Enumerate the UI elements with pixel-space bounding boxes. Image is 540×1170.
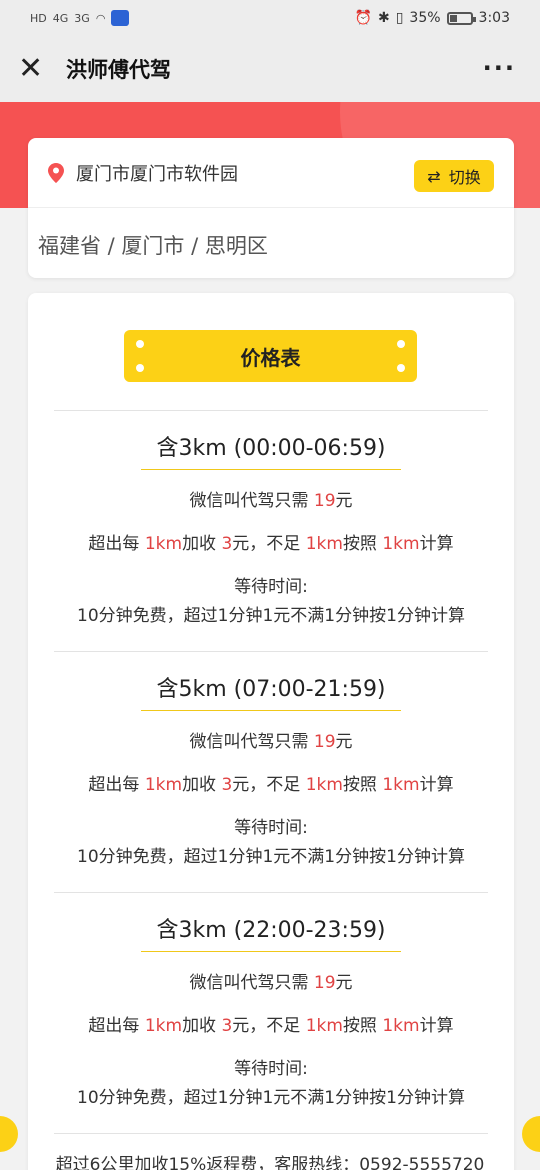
base-price: 19 (313, 973, 336, 993)
location-card: 厦门市厦门市软件园 ⇄ 切换 福建省 / 厦门市 / 思明区 (28, 138, 514, 278)
signal-4g-icon: 4G (52, 11, 69, 25)
tier-extra-rule: 超出每 1km加收 3元，不足 1km按照 1km计算 (88, 1016, 454, 1036)
region-selector[interactable]: 福建省 / 厦门市 / 思明区 (28, 208, 514, 282)
price-card: 价格表 含3km (00:00-06:59) 微信叫代驾只需 19元 超出每 1… (28, 293, 514, 1170)
tier-title: 含3km (22:00-23:59) (156, 918, 386, 943)
header-dot (397, 364, 405, 372)
price-table-header: 价格表 (124, 330, 417, 382)
app-notification-icon (111, 10, 130, 26)
divider (54, 651, 488, 652)
tier-base-price: 微信叫代驾只需 19元 (189, 732, 353, 752)
vibrate-icon: ▯ (395, 10, 404, 26)
base-price: 19 (313, 491, 336, 511)
more-icon[interactable]: ··· (483, 54, 516, 82)
tier-base-price: 微信叫代驾只需 19元 (189, 491, 353, 511)
hd-icon: HD (30, 11, 47, 25)
tier-underline (141, 710, 401, 711)
alarm-icon: ⏰ (354, 10, 372, 26)
wait-text: 10分钟免费，超过1分钟1元不满1分钟按1分钟计算 (77, 606, 465, 626)
wait-label: 等待时间: (234, 1059, 308, 1079)
divider (54, 1133, 488, 1134)
wait-text: 10分钟免费，超过1分钟1元不满1分钟按1分钟计算 (77, 847, 465, 867)
side-decoration-left (0, 1116, 18, 1152)
wait-label: 等待时间: (234, 577, 308, 597)
tier-title: 含3km (00:00-06:59) (156, 436, 386, 461)
tier-underline (141, 951, 401, 952)
status-right: ⏰ ✱ ▯ 35% 3:03 (355, 10, 510, 26)
tier-extra-rule: 超出每 1km加收 3元，不足 1km按照 1km计算 (88, 775, 454, 795)
title-bar: ✕ 洪师傅代驾 ··· (0, 36, 540, 102)
header-dot (397, 340, 405, 348)
tier-underline (141, 469, 401, 470)
clock: 3:03 (478, 10, 510, 26)
location-name: 厦门市厦门市软件园 (76, 163, 238, 185)
header-dot (136, 364, 144, 372)
location-row: 厦门市厦门市软件园 ⇄ 切换 (28, 138, 514, 208)
bluetooth-icon: ✱ (377, 10, 390, 26)
price-table-title: 价格表 (240, 345, 301, 370)
tier-base-price: 微信叫代驾只需 19元 (189, 973, 353, 993)
switch-button[interactable]: ⇄ 切换 (414, 160, 494, 192)
wait-text: 10分钟免费，超过1分钟1元不满1分钟按1分钟计算 (77, 1088, 465, 1108)
page-title: 洪师傅代驾 (66, 58, 171, 82)
header-dot (136, 340, 144, 348)
switch-label: 切换 (448, 168, 481, 187)
location-pin-icon (48, 162, 64, 183)
price-tier: 含3km (00:00-06:59) 微信叫代驾只需 19元 超出每 1km加收… (28, 429, 514, 626)
base-price: 19 (313, 732, 336, 752)
status-left: HD 4G 3G ◠ (30, 10, 130, 26)
swap-icon: ⇄ (427, 166, 441, 186)
tier-extra-rule: 超出每 1km加收 3元，不足 1km按照 1km计算 (88, 534, 454, 554)
price-tier: 含3km (22:00-23:59) 微信叫代驾只需 19元 超出每 1km加收… (28, 911, 514, 1108)
price-tier: 含5km (07:00-21:59) 微信叫代驾只需 19元 超出每 1km加收… (28, 670, 514, 867)
divider (54, 892, 488, 893)
divider (54, 410, 488, 411)
tier-title: 含5km (07:00-21:59) (156, 677, 386, 702)
battery-percent: 35% (409, 10, 441, 26)
signal-3g-icon: 3G (74, 11, 90, 25)
wifi-icon: ◠ (95, 11, 106, 25)
wait-label: 等待时间: (234, 818, 308, 838)
footer-note: 超过6公里加收15%返程费，客服热线：0592-5555720 (55, 1155, 485, 1170)
close-icon[interactable]: ✕ (18, 54, 48, 84)
side-decoration-right (522, 1116, 540, 1152)
battery-icon (446, 11, 476, 25)
status-bar: HD 4G 3G ◠ ⏰ ✱ ▯ 35% 3:03 (0, 0, 540, 36)
